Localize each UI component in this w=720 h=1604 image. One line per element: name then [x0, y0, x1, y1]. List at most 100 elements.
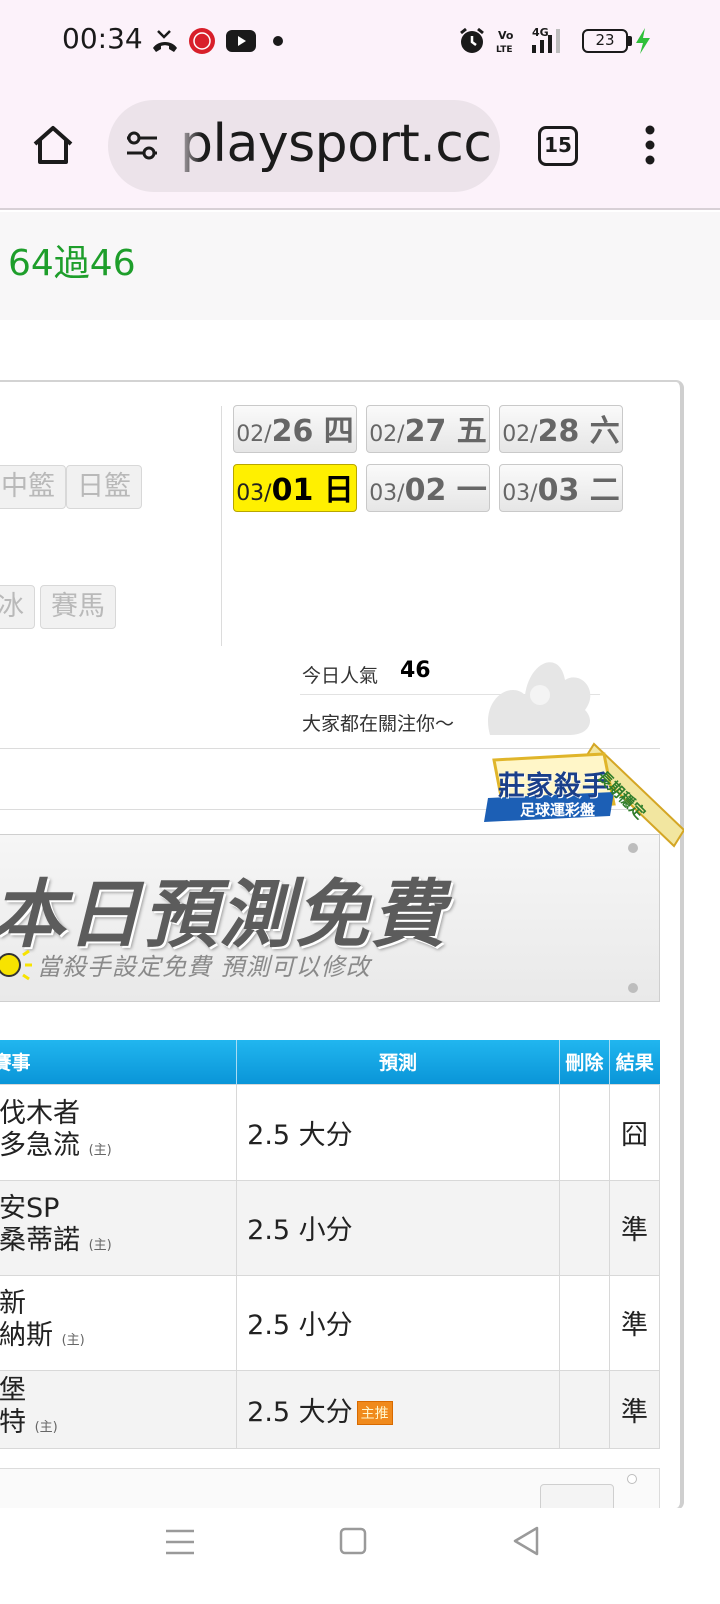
away-team: 安SP: [0, 1193, 60, 1224]
battery-icon: 23: [582, 29, 628, 53]
recent-apps-icon[interactable]: [164, 1526, 196, 1558]
url-text[interactable]: playsport.cc: [180, 114, 492, 174]
back-icon[interactable]: [510, 1524, 542, 1558]
match-cell: 伐木者 多急流 (主): [0, 1083, 238, 1181]
date-month: 03/: [369, 481, 405, 506]
date-day: 02 一: [404, 473, 487, 508]
date-day: 27 五: [404, 414, 487, 449]
result-cell: 準: [608, 1369, 661, 1449]
menu-icon[interactable]: [640, 122, 660, 168]
table-row: 堡 特 (主) 2.5 大分 主推 準: [0, 1369, 661, 1449]
host-mark: (主): [34, 1419, 58, 1435]
rivet-icon: [627, 1474, 637, 1484]
panel-divider: [221, 406, 222, 646]
date-day: 28 六: [537, 414, 620, 449]
home-team-line: 桑蒂諾 (主): [0, 1225, 236, 1262]
match-cell: 堡 特 (主): [0, 1369, 238, 1449]
delete-cell: [558, 1274, 610, 1371]
date-button-0303[interactable]: 03/03 二: [499, 464, 623, 512]
system-nav-bar: [0, 1508, 720, 1604]
site-settings-icon[interactable]: [124, 128, 160, 164]
prediction-cell: 2.5 小分: [236, 1179, 560, 1276]
delete-cell: [558, 1083, 610, 1181]
svg-text:4G: 4G: [532, 26, 549, 39]
tag-horse-racing[interactable]: 賽馬: [40, 585, 116, 629]
battery-tip: [628, 36, 632, 46]
date-month: 02/: [502, 422, 538, 447]
app-badge-icon: [189, 28, 215, 54]
record-summary: 64過46: [8, 243, 136, 284]
home-team: 多急流: [0, 1129, 80, 1161]
mascot-watermark-icon: [488, 662, 591, 735]
delete-cell: [558, 1369, 610, 1449]
popularity-label: 今日人氣: [302, 665, 379, 687]
col-header-prediction: 預測: [236, 1040, 560, 1084]
home-icon[interactable]: [30, 122, 76, 168]
date-day: 03 二: [537, 473, 620, 508]
col-header-delete: 刪除: [559, 1040, 610, 1084]
result-cell: 準: [608, 1274, 661, 1371]
volte-icon: Vo LTE: [496, 29, 514, 55]
host-mark: (主): [61, 1333, 85, 1348]
table-row: 伐木者 多急流 (主) 2.5 大分 囧: [0, 1083, 661, 1181]
popularity-note: 大家都在關注你～: [302, 713, 455, 735]
home-team: 桑蒂諾: [0, 1225, 80, 1256]
date-month: 03/: [502, 481, 538, 506]
rivet-icon: [628, 983, 638, 993]
date-month: 02/: [236, 422, 272, 447]
date-button-0302[interactable]: 03/02 一: [366, 464, 490, 512]
alarm-icon: [460, 27, 484, 53]
date-month: 02/: [369, 422, 405, 447]
date-button-0228[interactable]: 02/28 六: [499, 405, 623, 453]
predictions-table: 賽事 預測 刪除 結果 伐木者 多急流 (主) 2.5 大分 囧 安SP 桑蒂諾…: [0, 1040, 661, 1449]
prediction-cell: 2.5 小分: [236, 1274, 560, 1371]
signal-4g-icon: 4G: [532, 26, 560, 53]
table-header-row: 賽事 預測 刪除 結果: [0, 1040, 660, 1084]
prediction-cell: 2.5 大分: [236, 1083, 560, 1181]
rivet-icon: [628, 843, 638, 853]
host-mark: (主): [88, 1238, 112, 1253]
match-cell: 新 納斯 (主): [0, 1274, 238, 1371]
address-bar[interactable]: playsport.cc: [108, 100, 500, 192]
tab-switcher-button[interactable]: 15: [538, 126, 578, 166]
home-team-line: 特 (主): [0, 1407, 236, 1444]
prediction-cell: 2.5 大分 主推: [236, 1369, 560, 1449]
home-team-line: 納斯 (主): [0, 1320, 236, 1357]
banner-title: 本日預測免費: [0, 872, 447, 958]
date-button-0227[interactable]: 02/27 五: [366, 405, 490, 453]
home-team: 特: [0, 1406, 26, 1438]
match-cell: 安SP 桑蒂諾 (主): [0, 1179, 238, 1276]
missed-call-icon: [153, 30, 177, 52]
date-button-0301[interactable]: 03/01 日: [233, 464, 357, 512]
badge-title: 莊家殺手: [498, 771, 610, 802]
prediction-text: 2.5 大分: [247, 1396, 353, 1428]
dot-icon: [273, 36, 283, 46]
date-button-0226[interactable]: 02/26 四: [233, 405, 357, 453]
svg-text:LTE: LTE: [496, 45, 513, 55]
badge-subtitle: 足球運彩盤: [520, 801, 596, 819]
tag-cba[interactable]: 中籃: [0, 465, 66, 509]
date-month: 03/: [236, 481, 272, 506]
status-bar: 00:34 Vo LTE 4G 23: [0, 0, 720, 84]
result-cell: 準: [608, 1179, 661, 1276]
browser-toolbar: playsport.cc 15: [0, 84, 720, 210]
away-team: 伐木者: [0, 1097, 80, 1129]
featured-pick-badge: 主推: [356, 1401, 393, 1425]
away-team: 堡: [0, 1374, 26, 1406]
page-header-strip: 64過46: [0, 212, 720, 320]
col-header-result: 結果: [609, 1040, 660, 1084]
home-team: 納斯: [0, 1320, 53, 1351]
table-row: 新 納斯 (主) 2.5 小分 準: [0, 1274, 661, 1371]
banner-subtitle: 當殺手設定免費 預測可以修改: [37, 953, 371, 981]
host-mark: (主): [88, 1142, 112, 1158]
delete-cell: [558, 1179, 610, 1276]
table-row: 安SP 桑蒂諾 (主) 2.5 小分 準: [0, 1179, 661, 1276]
result-cell: 囧: [608, 1083, 661, 1181]
date-day: 01 日: [271, 473, 354, 508]
home-nav-icon[interactable]: [338, 1526, 368, 1556]
tag-ice[interactable]: 冰: [0, 585, 35, 629]
svg-text:Vo: Vo: [498, 29, 514, 42]
tag-bleague[interactable]: 日籃: [66, 465, 142, 509]
col-header-match: 賽事: [0, 1040, 238, 1084]
home-team-line: 多急流 (主): [0, 1130, 236, 1167]
